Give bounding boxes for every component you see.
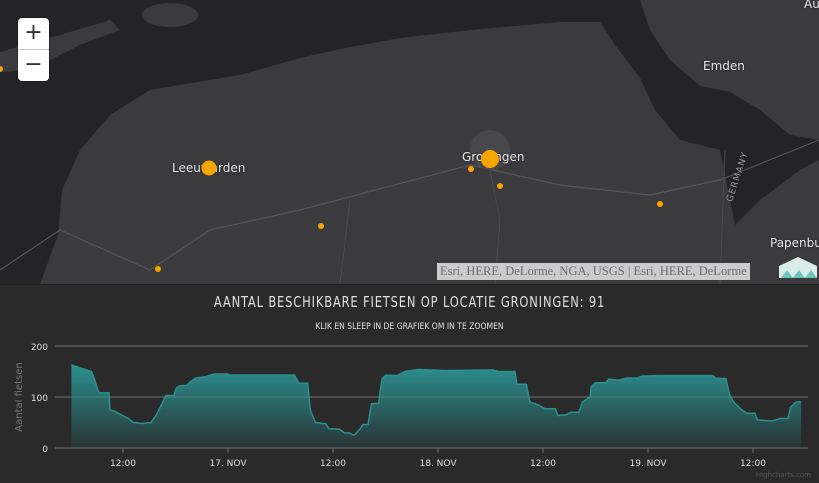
series-area (71, 365, 801, 448)
marker-layer (0, 0, 819, 284)
station-marker[interactable] (468, 166, 474, 172)
station-marker-groningen[interactable] (481, 150, 499, 168)
x-tick-label: 12:00 (530, 459, 556, 469)
map-attribution: Esri, HERE, DeLorme, NGA, USGS | Esri, H… (437, 263, 750, 280)
chart[interactable]: AANTAL BESCHIKBARE FIETSEN OP LOCATIE GR… (0, 284, 819, 483)
station-marker[interactable] (497, 183, 503, 189)
x-tick-label: 12:00 (320, 459, 346, 469)
y-tick-label: 0 (42, 445, 48, 455)
chart-plot[interactable]: Aantal fietsen 0 100 200 12:00 17. NOV 12:00 1… (0, 285, 819, 483)
y-tick-label: 200 (31, 343, 48, 353)
y-axis-title: Aantal fietsen (14, 362, 25, 431)
x-tick-label: 12:00 (110, 459, 136, 469)
station-marker[interactable] (657, 201, 663, 207)
station-marker[interactable] (0, 66, 3, 72)
y-tick-label: 100 (31, 394, 48, 404)
highcharts-credit[interactable]: Highcharts.com (756, 471, 811, 479)
x-tick-label: 19. NOV (630, 459, 668, 469)
esri-logo-icon (779, 256, 817, 278)
x-tick-label: 18. NOV (420, 459, 458, 469)
station-marker[interactable] (318, 223, 324, 229)
map[interactable]: + − Leeuwarden Groningen Emden Papenbu A… (0, 0, 819, 284)
x-tick-label: 12:00 (740, 459, 766, 469)
station-marker[interactable] (202, 161, 217, 176)
station-marker[interactable] (155, 266, 161, 272)
x-tick-label: 17. NOV (210, 459, 248, 469)
